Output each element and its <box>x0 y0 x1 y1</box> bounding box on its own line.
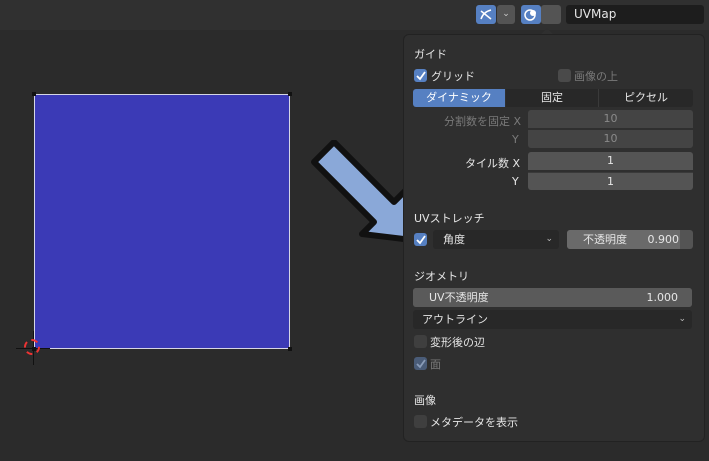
uv-vertex[interactable] <box>288 347 292 351</box>
faces-label: 面 <box>430 358 441 371</box>
uv-stretch-checkbox[interactable] <box>414 233 427 246</box>
geometry-section-title: ジオメトリ <box>414 270 469 283</box>
uvmap-field[interactable]: UVMap <box>566 5 704 24</box>
tiles-x-label: タイル数 X <box>465 157 521 170</box>
uv-stretch-mode-value: 角度 <box>443 233 465 246</box>
checkmark-icon <box>416 71 426 81</box>
uv-stretch-opacity-slider[interactable]: 不透明度 0.900 <box>567 230 693 249</box>
grid-mode-dynamic-tab[interactable]: ダイナミック <box>413 89 505 107</box>
fixed-subdiv-y-label: Y <box>512 133 519 146</box>
2d-cursor-icon[interactable] <box>24 339 40 355</box>
uv-editor-header: ⌄ UVMap <box>0 0 709 30</box>
guide-section-title: ガイド <box>414 48 447 61</box>
grid-mode-fixed-tab[interactable]: 固定 <box>506 89 599 107</box>
fixed-subdiv-x-field[interactable]: 10 <box>528 110 693 128</box>
chevron-down-icon: ⌄ <box>545 234 553 244</box>
opacity-label: 不透明度 <box>583 233 627 246</box>
uv-opacity-slider[interactable]: UV不透明度 1.000 <box>413 288 692 307</box>
show-metadata-label: メタデータを表示 <box>430 416 518 429</box>
uv-vertex[interactable] <box>32 92 36 96</box>
opacity-value: 0.900 <box>647 233 680 246</box>
fixed-subdiv-y-field[interactable]: 10 <box>528 130 693 148</box>
grid-label: グリッド <box>431 70 475 83</box>
uv-opacity-label: UV不透明度 <box>429 291 489 304</box>
uv-face[interactable] <box>34 94 290 349</box>
modified-edges-checkbox[interactable] <box>414 335 427 348</box>
uv-vertex[interactable] <box>288 92 292 96</box>
stretch-dropdown-button[interactable]: ⌄ <box>497 5 515 24</box>
show-metadata-checkbox[interactable] <box>414 415 427 428</box>
checkmark-icon <box>416 359 426 369</box>
chevron-down-icon: ⌄ <box>678 314 686 324</box>
uv-stretch-toggle-button[interactable] <box>476 5 496 24</box>
chevron-down-icon: ⌄ <box>502 9 510 19</box>
overlays-toggle-button[interactable] <box>521 5 541 24</box>
display-mode-value: アウトライン <box>422 313 488 326</box>
checkmark-icon <box>416 235 426 245</box>
over-image-label: 画像の上 <box>574 70 618 83</box>
modified-edges-label: 変形後の辺 <box>430 336 485 349</box>
uv-stretch-mode-dropdown[interactable]: 角度 ⌄ <box>433 230 559 249</box>
fixed-subdiv-x-label: 分割数を固定 X <box>444 115 522 128</box>
tiles-x-field[interactable]: 1 <box>528 152 693 170</box>
grid-checkbox[interactable] <box>414 69 427 82</box>
uv-stretch-section-title: UVストレッチ <box>414 212 485 225</box>
overlays-icon <box>524 9 536 21</box>
display-mode-dropdown[interactable]: アウトライン ⌄ <box>413 310 692 329</box>
over-image-checkbox[interactable] <box>558 69 571 82</box>
uv-opacity-value: 1.000 <box>646 291 679 304</box>
image-section-title: 画像 <box>414 394 436 407</box>
faces-checkbox[interactable] <box>414 357 427 370</box>
overlays-dropdown-button[interactable] <box>541 5 561 24</box>
tiles-y-label: Y <box>512 175 519 188</box>
grid-mode-pixel-tab[interactable]: ピクセル <box>599 89 693 107</box>
stretch-icon <box>480 9 492 20</box>
tiles-y-field[interactable]: 1 <box>528 172 693 190</box>
